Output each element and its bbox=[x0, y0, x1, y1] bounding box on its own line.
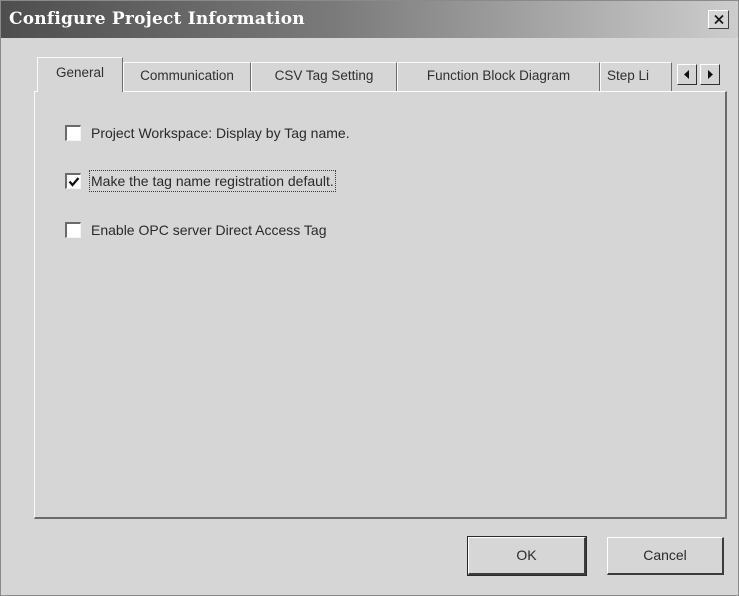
tab-csv-tag-setting[interactable]: CSV Tag Setting bbox=[251, 62, 397, 91]
tab-scroll-left-button[interactable] bbox=[677, 64, 697, 85]
close-button[interactable] bbox=[708, 10, 729, 29]
close-icon bbox=[714, 15, 724, 24]
checkmark-icon bbox=[68, 177, 80, 187]
checkbox-enable-opc-direct-access[interactable] bbox=[65, 222, 81, 238]
title-bar[interactable]: Configure Project Information bbox=[1, 1, 738, 38]
tab-step-ladder[interactable]: Step Li bbox=[600, 62, 672, 91]
checkbox-tag-name-registration-default[interactable] bbox=[65, 173, 81, 189]
checkbox-display-by-tag-name[interactable] bbox=[65, 125, 81, 141]
option-label: Project Workspace: Display by Tag name. bbox=[91, 125, 350, 141]
tab-scroll-right-button[interactable] bbox=[700, 64, 720, 85]
ok-button[interactable]: OK bbox=[467, 536, 587, 576]
arrow-right-icon bbox=[708, 70, 713, 79]
cancel-button[interactable]: Cancel bbox=[607, 537, 724, 575]
tab-general[interactable]: General bbox=[37, 57, 123, 92]
window-title: Configure Project Information bbox=[9, 9, 305, 29]
configure-project-dialog: Configure Project Information Communicat… bbox=[0, 0, 739, 596]
tab-communication[interactable]: Communication bbox=[123, 62, 251, 91]
arrow-left-icon bbox=[684, 70, 689, 79]
option-label: Enable OPC server Direct Access Tag bbox=[91, 222, 327, 238]
tab-panel-general bbox=[34, 91, 727, 519]
option-label: Make the tag name registration default. bbox=[89, 170, 336, 192]
tab-function-block-diagram[interactable]: Function Block Diagram bbox=[397, 62, 600, 91]
